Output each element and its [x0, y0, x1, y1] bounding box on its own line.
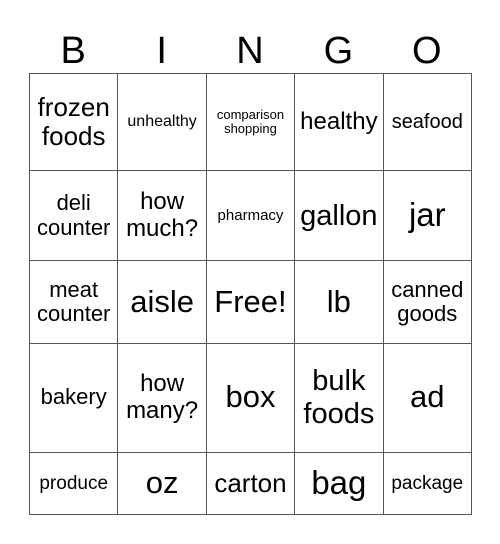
header-letter-g: G [323, 30, 354, 72]
bingo-cell[interactable]: canned goods [382, 260, 473, 345]
bingo-cell[interactable]: bakery [28, 343, 119, 453]
bingo-cell[interactable]: meat counter [28, 260, 119, 345]
bingo-cell[interactable]: oz [117, 451, 207, 516]
bingo-cell[interactable]: gallon [294, 170, 384, 262]
header-letter-o: O [412, 30, 442, 72]
header-letter-i: I [156, 30, 167, 72]
bingo-cell[interactable]: pharmacy [205, 170, 296, 262]
bingo-cell[interactable]: how much? [117, 170, 207, 262]
bingo-cell[interactable]: carton [205, 451, 296, 516]
bingo-grid: frozen foods unhealthy comparison shopping… [28, 72, 473, 516]
grid-row: bakery how many? box bulk foods ad [28, 343, 473, 453]
bingo-cell[interactable]: package [382, 451, 473, 516]
bingo-cell[interactable]: deli counter [28, 170, 119, 262]
header-letter-b: B [60, 30, 86, 72]
bingo-cell[interactable]: healthy [294, 72, 384, 172]
grid-row: meat counter aisle Free! lb canned goods [28, 260, 473, 345]
grid-row: produce oz carton bag package [28, 451, 473, 516]
bingo-cell[interactable]: produce [28, 451, 119, 516]
bingo-cell[interactable]: bulk foods [294, 343, 384, 453]
bingo-header: B I N G O [29, 30, 471, 72]
bingo-cell[interactable]: unhealthy [117, 72, 207, 172]
bingo-cell[interactable]: frozen foods [28, 72, 119, 172]
bingo-cell[interactable]: Free! [205, 260, 296, 345]
bingo-cell[interactable]: box [205, 343, 296, 453]
bingo-cell[interactable]: jar [382, 170, 473, 262]
grid-row: deli counter how much? pharmacy gallon jar [28, 170, 473, 262]
bingo-cell[interactable]: aisle [117, 260, 207, 345]
bingo-cell[interactable]: bag [294, 451, 384, 516]
bingo-cell[interactable]: how many? [117, 343, 207, 453]
bingo-cell[interactable]: comparison shopping [205, 72, 296, 172]
bingo-cell[interactable]: seafood [382, 72, 473, 172]
header-letter-n: N [236, 30, 264, 72]
bingo-cell[interactable]: ad [382, 343, 473, 453]
bingo-cell[interactable]: lb [294, 260, 384, 345]
grid-row: frozen foods unhealthy comparison shopping… [28, 72, 473, 172]
